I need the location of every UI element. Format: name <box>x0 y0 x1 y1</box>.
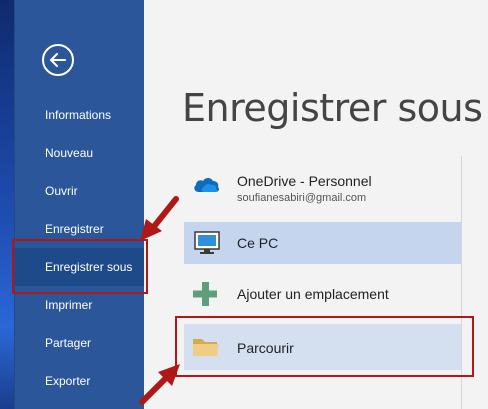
nav-ouvrir[interactable]: Ouvrir <box>14 172 144 210</box>
back-button[interactable] <box>42 44 74 76</box>
location-name: Ajouter un emplacement <box>237 286 389 302</box>
plus-icon <box>193 282 217 306</box>
onedrive-cloud-icon <box>194 178 219 192</box>
divider <box>461 156 462 409</box>
folder-icon <box>193 339 219 356</box>
backstage-nav: Informations Nouveau Ouvrir Enregistrer … <box>14 0 144 409</box>
nav-imprimer[interactable]: Imprimer <box>14 286 144 324</box>
desktop-background <box>0 0 14 409</box>
location-name: Parcourir <box>237 340 294 356</box>
computer-icon <box>194 231 220 254</box>
nav-nouveau[interactable]: Nouveau <box>14 134 144 172</box>
location-name: OneDrive - Personnel <box>237 173 372 189</box>
nav-exporter[interactable]: Exporter <box>14 362 144 400</box>
location-name: Ce PC <box>237 235 279 251</box>
location-account: soufianesabiri@gmail.com <box>237 192 367 204</box>
nav-enregistrer-sous[interactable]: Enregistrer sous <box>14 248 144 286</box>
location-browse[interactable]: Parcourir <box>184 324 461 370</box>
page-title: Enregistrer sous <box>182 86 483 130</box>
nav-enregistrer[interactable]: Enregistrer <box>14 210 144 248</box>
nav-partager[interactable]: Partager <box>14 324 144 362</box>
save-as-panel: Enregistrer sous OneDrive - Personnel so… <box>144 0 488 409</box>
location-onedrive[interactable]: OneDrive - Personnel soufianesabiri@gmai… <box>184 162 461 218</box>
nav-informations[interactable]: Informations <box>14 96 144 134</box>
location-ce-pc[interactable]: Ce PC <box>184 222 461 264</box>
location-add[interactable]: Ajouter un emplacement <box>184 272 461 314</box>
back-arrow-icon <box>50 53 66 67</box>
